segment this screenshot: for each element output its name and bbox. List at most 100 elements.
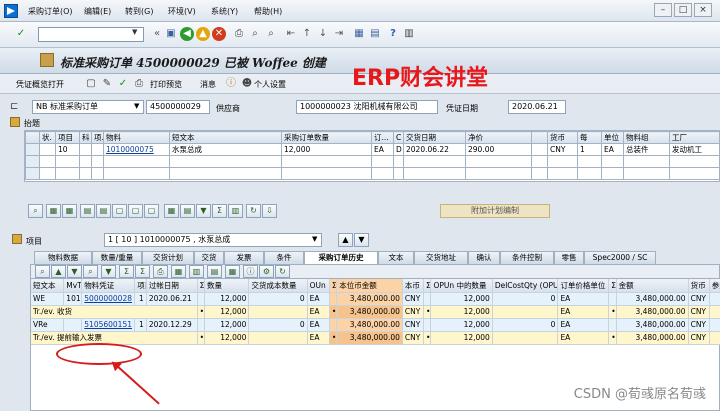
column-header[interactable]: 每	[577, 131, 602, 144]
column-header[interactable]: Σ	[423, 279, 432, 293]
column-header[interactable]	[531, 131, 548, 144]
column-header[interactable]: 本位币金额	[336, 279, 403, 293]
first-page-icon[interactable]: ⇤	[284, 27, 298, 41]
menu-help[interactable]: 帮助(H)	[254, 6, 282, 17]
command-field[interactable]	[38, 27, 144, 42]
tree-icon[interactable]: ▦	[164, 204, 179, 218]
deselect-all-icon[interactable]: ▦	[62, 204, 77, 218]
column-header[interactable]: 货币	[547, 131, 578, 144]
column-header[interactable]: 单位	[601, 131, 624, 144]
column-header[interactable]: 短文本	[169, 131, 282, 144]
chevron-down-icon[interactable]: ▼	[132, 28, 137, 36]
column-header[interactable]: 短文本	[31, 279, 65, 293]
refresh-icon[interactable]: ↻	[275, 265, 290, 278]
chevron-down-icon[interactable]: ▼	[134, 102, 139, 110]
column-header[interactable]: 订...	[371, 131, 394, 144]
menu-edit[interactable]: 编辑(E)	[84, 6, 111, 17]
print-icon[interactable]: ⎙	[232, 27, 246, 41]
tab-retail[interactable]: 零售	[554, 251, 584, 264]
tab-delivery-schedule[interactable]: 交货计划	[142, 251, 194, 264]
export-icon[interactable]: ▦	[171, 265, 186, 278]
subtotal-icon[interactable]: Σ	[135, 265, 150, 278]
tab-spec2000[interactable]: Spec2000 / SC	[584, 251, 656, 264]
previous-page-icon[interactable]: ↑	[300, 27, 314, 41]
close-icon[interactable]: ×	[694, 3, 712, 17]
print-icon[interactable]: ⎙	[153, 265, 168, 278]
menu-goto[interactable]: 转到(G)	[125, 6, 153, 17]
column-header[interactable]: 项目	[134, 279, 147, 293]
column-header[interactable]: 物料组	[623, 131, 670, 144]
column-header[interactable]: 科	[79, 131, 92, 144]
minimize-icon[interactable]: –	[654, 3, 672, 17]
refresh-icon[interactable]: ↻	[246, 204, 261, 218]
tab-quantity-weight[interactable]: 数量/重量	[92, 251, 142, 264]
column-header[interactable]: OPUn 中的数量	[430, 279, 493, 293]
tab-condition-control[interactable]: 条件控制	[500, 251, 554, 264]
layout-menu-icon[interactable]: ▥	[402, 27, 416, 41]
column-header[interactable]: Σ	[197, 279, 206, 293]
column-header[interactable]: 项.	[91, 131, 104, 144]
tab-confirmations[interactable]: 确认	[468, 251, 500, 264]
save-icon[interactable]: ▣	[164, 27, 178, 41]
column-header[interactable]: Σ	[608, 279, 617, 293]
messages-button[interactable]: 消息	[200, 79, 216, 90]
column-header[interactable]: 净价	[465, 131, 532, 144]
column-header[interactable]: OUn	[307, 279, 330, 293]
menu-environment[interactable]: 环境(V)	[168, 6, 196, 17]
column-header[interactable]: 采购订单数量	[281, 131, 372, 144]
layout-icon[interactable]: ▥	[189, 265, 204, 278]
column-header[interactable]: DelCostQty (OPUn)	[492, 279, 559, 293]
previous-item-icon[interactable]: ▲	[338, 233, 353, 247]
document-overview-button[interactable]: 凭证概览打开	[16, 79, 64, 90]
table-row[interactable]: VRe 5105600151 1 2020.12.29 12,000 0 EA …	[31, 318, 720, 332]
column-header[interactable]: 参照	[709, 279, 720, 293]
graphic-icon[interactable]: ▦	[225, 265, 240, 278]
column-header[interactable]: 本币	[402, 279, 425, 293]
document-type-select[interactable]: NB 标准采购订单	[32, 100, 144, 114]
print-preview-icon[interactable]: ⎙	[132, 77, 146, 91]
column-header[interactable]: 交货成本数量	[248, 279, 308, 293]
lock-icon[interactable]: ▢	[112, 204, 127, 218]
user-icon[interactable]: ☻	[240, 77, 254, 91]
create-session-icon[interactable]: ▦	[352, 27, 366, 41]
sum-icon[interactable]: Σ	[119, 265, 134, 278]
last-page-icon[interactable]: ⇥	[332, 27, 346, 41]
subtotal-row[interactable]: Tr./ev. 提前输入发票 • 12,000 EA • 3,480,000.0…	[31, 331, 720, 345]
delete-icon[interactable]: ▤	[96, 204, 111, 218]
collapse-icon[interactable]	[12, 234, 22, 244]
print-preview-button[interactable]: 打印预览	[150, 79, 182, 90]
column-header[interactable]: 物料凭证	[81, 279, 136, 293]
material-document-link[interactable]: 5000000028	[81, 292, 136, 306]
sort-icon[interactable]: ▤	[180, 204, 195, 218]
sum-icon[interactable]: Σ	[212, 204, 227, 218]
menu-purchase-order[interactable]: 采购订单(O)	[28, 6, 73, 17]
column-header[interactable]: 订单价格单位	[557, 279, 610, 293]
tab-conditions[interactable]: 条件	[264, 251, 304, 264]
tab-po-history[interactable]: 采购订单历史	[304, 251, 378, 264]
enter-check-icon[interactable]: ✓	[14, 27, 28, 41]
column-header[interactable]: MvT	[63, 279, 83, 293]
settings-icon[interactable]: ⚙	[259, 265, 274, 278]
next-page-icon[interactable]: ↓	[316, 27, 330, 41]
column-header[interactable]: Σ	[329, 279, 338, 293]
column-header[interactable]: 交货日期	[403, 131, 466, 144]
subtotal-row[interactable]: Tr./ev. 收货 • 12,000 EA • 3,480,000.00 CN…	[31, 305, 720, 319]
po-number-field[interactable]: 4500000029	[146, 100, 210, 114]
layout-icon[interactable]: ▥	[228, 204, 243, 218]
column-header[interactable]: 物料	[103, 131, 170, 144]
next-item-icon[interactable]: ▼	[354, 233, 369, 247]
vendor-field[interactable]: 1000000023 沈阳机械有限公司	[296, 100, 438, 114]
tab-delivery[interactable]: 交货	[194, 251, 224, 264]
maximize-icon[interactable]: □	[674, 3, 692, 17]
sort-descending-icon[interactable]: ▼	[67, 265, 82, 278]
details-icon[interactable]: ⌕	[35, 265, 50, 278]
table-row[interactable]	[25, 155, 719, 168]
copy-icon[interactable]: ▤	[80, 204, 95, 218]
column-header[interactable]: 过帐日期	[146, 279, 198, 293]
chevron-down-icon[interactable]: ▼	[312, 235, 317, 243]
personal-settings-button[interactable]: 个人设置	[254, 79, 286, 90]
additional-planning-button[interactable]: 附加计划编制	[440, 204, 550, 218]
find-next-icon[interactable]: ⌕	[264, 27, 278, 41]
column-header[interactable]: 状.	[39, 131, 56, 144]
find-icon[interactable]: ⌕	[248, 27, 262, 41]
